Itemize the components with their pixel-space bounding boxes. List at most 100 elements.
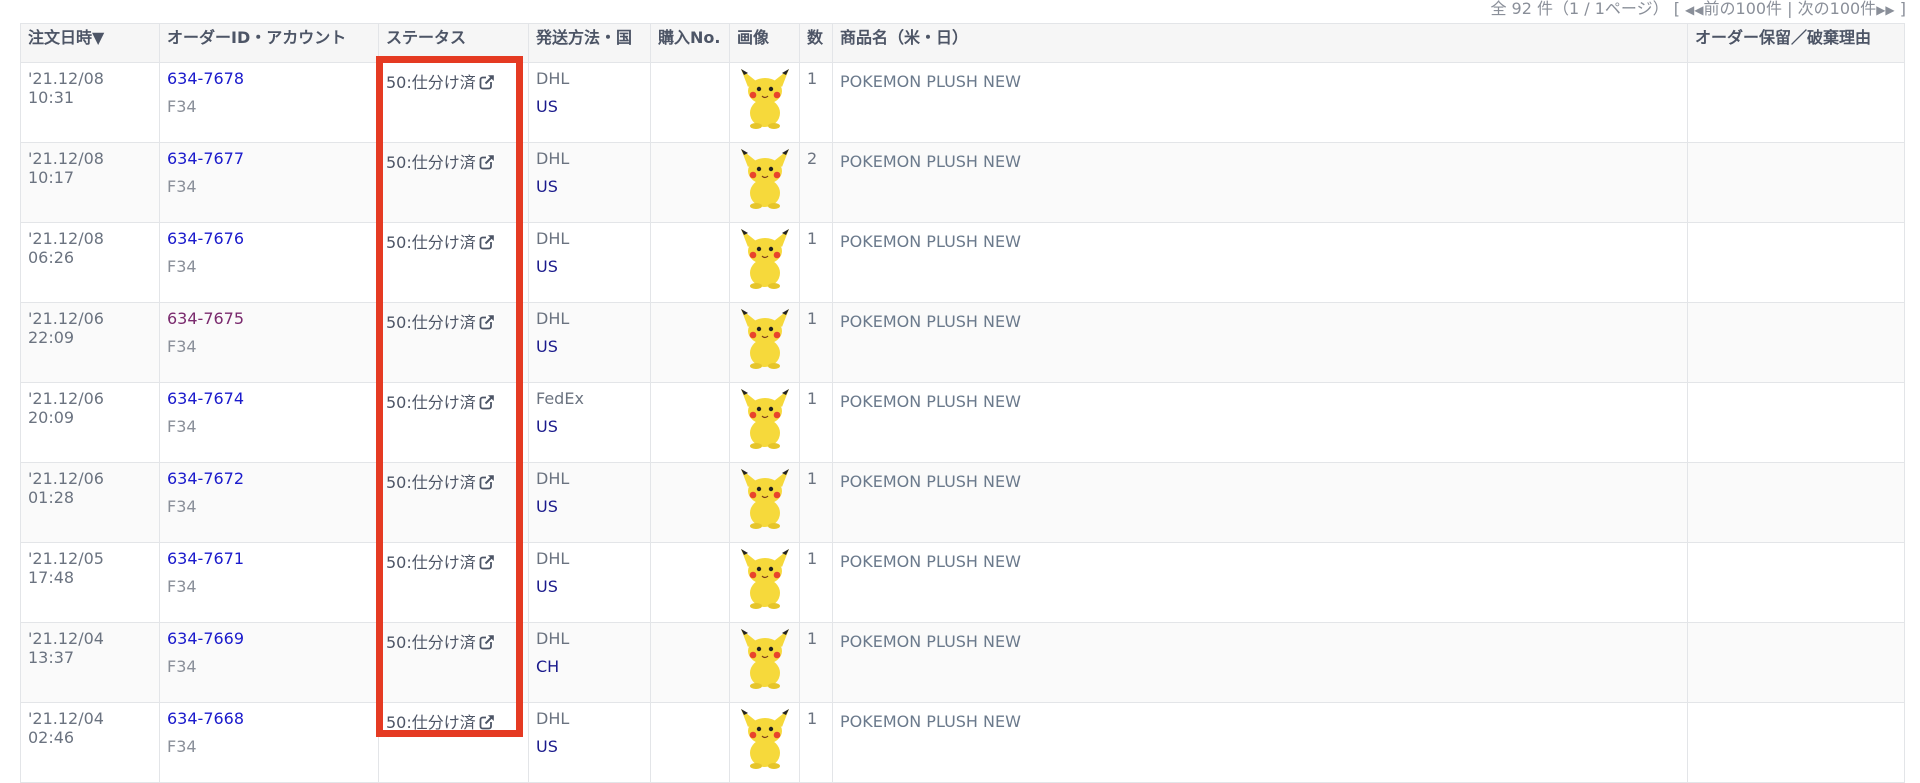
hold-reason-cell bbox=[1687, 382, 1905, 463]
pikachu-plush-icon[interactable] bbox=[739, 709, 791, 773]
order-id-link[interactable]: 634-7676 bbox=[167, 229, 244, 248]
pikachu-plush-icon[interactable] bbox=[739, 149, 791, 213]
order-id-link[interactable]: 634-7678 bbox=[167, 69, 244, 88]
product-name: POKEMON PLUSH NEW bbox=[840, 232, 1021, 251]
pikachu-plush-icon[interactable] bbox=[739, 309, 791, 373]
order-id-cell: 634-7678 F34 bbox=[159, 62, 379, 143]
purchase-no-cell bbox=[650, 702, 730, 783]
shipping-method: DHL bbox=[536, 629, 570, 648]
double-triangle-right-icon: ▶▶ bbox=[1876, 3, 1895, 17]
col-header-order-id: オーダーID・アカウント bbox=[159, 23, 379, 63]
product-name: POKEMON PLUSH NEW bbox=[840, 392, 1021, 411]
order-id-cell: 634-7671 F34 bbox=[159, 542, 379, 623]
pikachu-plush-icon[interactable] bbox=[739, 629, 791, 693]
purchase-no-cell bbox=[650, 142, 730, 223]
order-id-link[interactable]: 634-7675 bbox=[167, 309, 244, 328]
product-image-cell bbox=[729, 222, 800, 303]
qty-cell: 2 bbox=[799, 142, 833, 223]
product-image-cell bbox=[729, 702, 800, 783]
table-row: '21.12/04 13:37 634-7669 F34 50:仕分け済 DHL CH 1 P… bbox=[20, 622, 1905, 703]
table-row: '21.12/08 10:17 634-7677 F34 50:仕分け済 DHL US 2 P… bbox=[20, 142, 1905, 223]
hold-reason-cell bbox=[1687, 302, 1905, 383]
qty-cell: 1 bbox=[799, 302, 833, 383]
shipping-method: DHL bbox=[536, 549, 570, 568]
status-cell: 50:仕分け済 bbox=[378, 142, 529, 223]
order-id-link[interactable]: 634-7677 bbox=[167, 149, 244, 168]
external-link-icon[interactable] bbox=[479, 714, 495, 734]
hold-reason-cell bbox=[1687, 62, 1905, 143]
external-link-icon[interactable] bbox=[479, 474, 495, 494]
col-header-qty: 数 bbox=[799, 23, 833, 63]
account-name: F34 bbox=[167, 97, 197, 116]
shipping-cell: FedEx US bbox=[528, 382, 651, 463]
status-text: 50:仕分け済 bbox=[386, 633, 476, 652]
pikachu-plush-icon[interactable] bbox=[739, 229, 791, 293]
external-link-icon[interactable] bbox=[479, 74, 495, 94]
product-name: POKEMON PLUSH NEW bbox=[840, 152, 1021, 171]
account-name: F34 bbox=[167, 337, 197, 356]
order-date: '21.12/04 13:37 bbox=[28, 629, 104, 667]
status-text: 50:仕分け済 bbox=[386, 73, 476, 92]
quantity: 1 bbox=[807, 389, 818, 408]
shipping-method: DHL bbox=[536, 469, 570, 488]
account-name: F34 bbox=[167, 497, 197, 516]
col-header-hold-reason: オーダー保留／破棄理由 bbox=[1687, 23, 1905, 63]
hold-reason-cell bbox=[1687, 462, 1905, 543]
table-row: '21.12/06 22:09 634-7675 F34 50:仕分け済 DHL US 1 P… bbox=[20, 302, 1905, 383]
quantity: 1 bbox=[807, 629, 818, 648]
order-id-link[interactable]: 634-7672 bbox=[167, 469, 244, 488]
shipping-cell: DHL US bbox=[528, 62, 651, 143]
col-header-shipping: 発送方法・国 bbox=[528, 23, 651, 63]
external-link-icon[interactable] bbox=[479, 554, 495, 574]
order-id-link[interactable]: 634-7668 bbox=[167, 709, 244, 728]
shipping-method: DHL bbox=[536, 309, 570, 328]
order-id-link[interactable]: 634-7669 bbox=[167, 629, 244, 648]
external-link-icon[interactable] bbox=[479, 154, 495, 174]
product-name: POKEMON PLUSH NEW bbox=[840, 472, 1021, 491]
order-date-cell: '21.12/06 01:28 bbox=[20, 462, 160, 543]
order-id-link[interactable]: 634-7671 bbox=[167, 549, 244, 568]
external-link-icon[interactable] bbox=[479, 234, 495, 254]
pikachu-plush-icon[interactable] bbox=[739, 469, 791, 533]
hold-reason-cell bbox=[1687, 542, 1905, 623]
order-date: '21.12/06 20:09 bbox=[28, 389, 104, 427]
order-date: '21.12/06 01:28 bbox=[28, 469, 104, 507]
destination-country: US bbox=[536, 417, 558, 436]
product-image-cell bbox=[729, 622, 800, 703]
col-header-order-date[interactable]: 注文日時▼ bbox=[20, 23, 160, 63]
pagination-bar: 全 92 件（1 / 1ページ） [ ◀◀前の100件 | 次の100件▶▶ ] bbox=[1490, 0, 1906, 20]
pikachu-plush-icon[interactable] bbox=[739, 389, 791, 453]
order-id-cell: 634-7677 F34 bbox=[159, 142, 379, 223]
next-page-link[interactable]: 次の100件▶▶ bbox=[1798, 0, 1895, 18]
shipping-cell: DHL US bbox=[528, 302, 651, 383]
order-id-cell: 634-7676 F34 bbox=[159, 222, 379, 303]
external-link-icon[interactable] bbox=[479, 394, 495, 414]
pikachu-plush-icon[interactable] bbox=[739, 549, 791, 613]
product-image-cell bbox=[729, 142, 800, 223]
shipping-cell: DHL US bbox=[528, 462, 651, 543]
pager-separator: | bbox=[1787, 0, 1793, 18]
col-header-image: 画像 bbox=[729, 23, 800, 63]
order-id-link[interactable]: 634-7674 bbox=[167, 389, 244, 408]
product-name: POKEMON PLUSH NEW bbox=[840, 632, 1021, 651]
table-row: '21.12/08 06:26 634-7676 F34 50:仕分け済 DHL US 1 P… bbox=[20, 222, 1905, 303]
status-cell: 50:仕分け済 bbox=[378, 302, 529, 383]
external-link-icon[interactable] bbox=[479, 634, 495, 654]
double-triangle-left-icon: ◀◀ bbox=[1685, 3, 1704, 17]
order-date-cell: '21.12/05 17:48 bbox=[20, 542, 160, 623]
pikachu-plush-icon[interactable] bbox=[739, 69, 791, 133]
quantity: 1 bbox=[807, 309, 818, 328]
product-image-cell bbox=[729, 542, 800, 623]
destination-country: US bbox=[536, 737, 558, 756]
order-date-cell: '21.12/08 06:26 bbox=[20, 222, 160, 303]
quantity: 1 bbox=[807, 709, 818, 728]
shipping-method: DHL bbox=[536, 229, 570, 248]
external-link-icon[interactable] bbox=[479, 314, 495, 334]
prev-page-link[interactable]: ◀◀前の100件 bbox=[1685, 0, 1782, 18]
product-name: POKEMON PLUSH NEW bbox=[840, 72, 1021, 91]
order-date-cell: '21.12/08 10:17 bbox=[20, 142, 160, 223]
product-name-cell: POKEMON PLUSH NEW bbox=[832, 222, 1688, 303]
order-date: '21.12/08 06:26 bbox=[28, 229, 104, 267]
shipping-method: DHL bbox=[536, 69, 570, 88]
status-text: 50:仕分け済 bbox=[386, 473, 476, 492]
